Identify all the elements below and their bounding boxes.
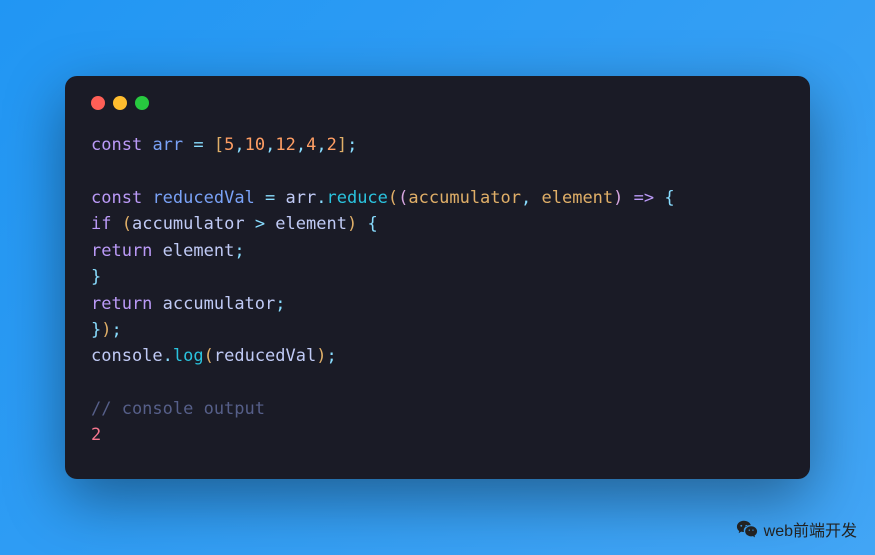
identifier-accumulator: accumulator <box>163 294 276 314</box>
maximize-icon[interactable] <box>135 96 149 110</box>
identifier-element: element <box>163 241 235 261</box>
paren-open: ( <box>398 188 408 208</box>
identifier-reducedval: reducedVal <box>214 346 316 366</box>
comma: , <box>296 135 306 155</box>
paren-close: ) <box>347 214 357 234</box>
bracket-close: ] <box>337 135 347 155</box>
wechat-icon <box>736 518 758 540</box>
paren-close: ) <box>101 320 111 340</box>
space <box>111 214 121 234</box>
paren-open: ( <box>388 188 398 208</box>
semicolon: ; <box>234 241 244 261</box>
comma: , <box>234 135 244 155</box>
brace-close: } <box>91 320 101 340</box>
comma: , <box>521 188 531 208</box>
keyword-return: return <box>91 241 152 261</box>
space <box>531 188 541 208</box>
operator-gt: > <box>245 214 276 234</box>
method-reduce: reduce <box>326 188 387 208</box>
param-accumulator: accumulator <box>408 188 521 208</box>
identifier-accumulator: accumulator <box>132 214 245 234</box>
keyword-if: if <box>91 214 111 234</box>
semicolon: ; <box>275 294 285 314</box>
dot: . <box>316 188 326 208</box>
semicolon: ; <box>347 135 357 155</box>
code-block: const arr = [5,10,12,4,2]; const reduced… <box>91 132 784 448</box>
paren-close: ) <box>316 346 326 366</box>
number: 5 <box>224 135 234 155</box>
param-element: element <box>542 188 614 208</box>
method-log: log <box>173 346 204 366</box>
window-controls <box>91 96 784 110</box>
brace-close: } <box>91 267 101 287</box>
comma: , <box>265 135 275 155</box>
operator-eq: = <box>255 188 286 208</box>
number: 10 <box>245 135 265 155</box>
comment: // console output <box>91 399 265 419</box>
watermark: web前端开发 <box>736 517 857 541</box>
code-editor-window: const arr = [5,10,12,4,2]; const reduced… <box>65 76 810 478</box>
number: 12 <box>275 135 295 155</box>
close-icon[interactable] <box>91 96 105 110</box>
identifier-console: console <box>91 346 163 366</box>
bracket-open: [ <box>214 135 224 155</box>
dot: . <box>163 346 173 366</box>
output-value: 2 <box>91 425 101 445</box>
keyword-const: const <box>91 188 142 208</box>
semicolon: ; <box>112 320 122 340</box>
paren-close: ) <box>613 188 623 208</box>
identifier-reducedval: reducedVal <box>152 188 254 208</box>
identifier-element: element <box>275 214 347 234</box>
minimize-icon[interactable] <box>113 96 127 110</box>
number: 4 <box>306 135 316 155</box>
identifier-arr: arr <box>286 188 317 208</box>
space <box>357 214 367 234</box>
paren-open: ( <box>122 214 132 234</box>
comma: , <box>316 135 326 155</box>
paren-open: ( <box>204 346 214 366</box>
keyword-return: return <box>91 294 152 314</box>
space <box>152 294 162 314</box>
semicolon: ; <box>326 346 336 366</box>
keyword-const: const <box>91 135 142 155</box>
number: 2 <box>327 135 337 155</box>
brace-open: { <box>664 188 674 208</box>
watermark-text: web前端开发 <box>764 517 857 541</box>
arrow: => <box>623 188 664 208</box>
operator-eq: = <box>183 135 214 155</box>
space <box>152 241 162 261</box>
brace-open: { <box>367 214 377 234</box>
identifier-arr: arr <box>152 135 183 155</box>
